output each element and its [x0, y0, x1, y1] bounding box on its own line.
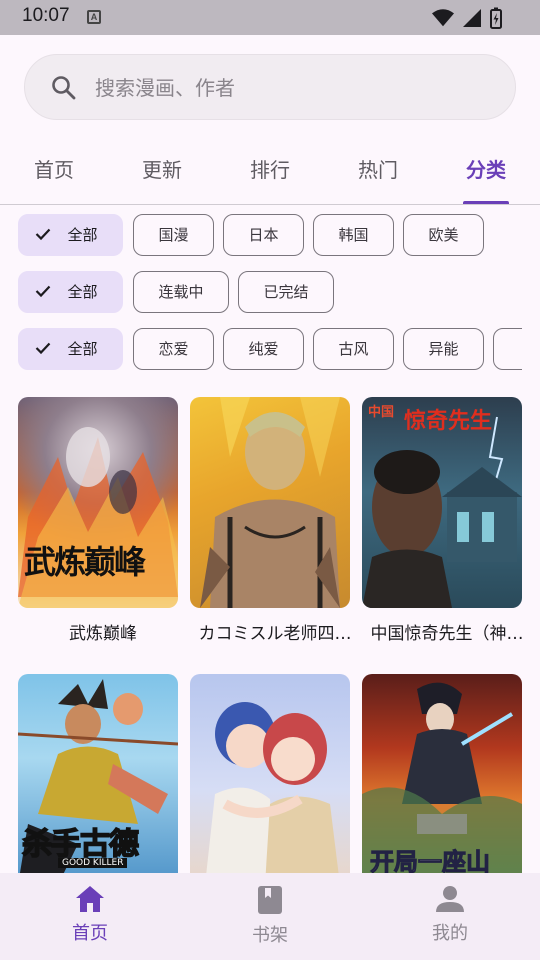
tab-ranking[interactable]: 排行	[230, 154, 310, 183]
home-icon	[76, 886, 104, 912]
chip-status-finished[interactable]: 已完结	[238, 271, 334, 313]
chip-genre-romance[interactable]: 恋爱	[133, 328, 214, 370]
status-bar: 10:07 A	[0, 0, 540, 35]
nav-label: 首页	[72, 923, 108, 944]
comic-card[interactable]	[190, 674, 350, 885]
bottom-nav: 首页 书架 我的	[0, 873, 540, 960]
cover-art	[205, 702, 340, 885]
chip-region-all[interactable]: 全部	[18, 214, 123, 256]
comic-card[interactable]: 杀手古德 GOOD KILLER	[18, 674, 178, 885]
cover-art	[200, 397, 340, 608]
chip-status-ongoing[interactable]: 连载中	[133, 271, 229, 313]
chip-label: 韩国	[338, 226, 369, 244]
notification-icon: A	[87, 10, 101, 24]
nav-label: 我的	[432, 923, 468, 944]
person-icon	[436, 886, 464, 912]
chip-genre-pure-love[interactable]: 纯爱	[223, 328, 304, 370]
chip-region-korea[interactable]: 韩国	[313, 214, 394, 256]
chip-region-japan[interactable]: 日本	[223, 214, 304, 256]
comic-cover[interactable]: 杀手古德 GOOD KILLER	[18, 674, 178, 885]
signal-icon	[463, 9, 481, 27]
comic-card[interactable]: 中国 惊奇先生 中国惊奇先生（神…	[362, 397, 524, 644]
comic-card[interactable]: 武炼巅峰 武炼巅峰	[18, 397, 178, 644]
comic-card[interactable]: 开局一座山	[362, 674, 522, 885]
chip-label: 全部	[67, 283, 98, 301]
chip-label: 欧美	[428, 226, 459, 244]
chip-label: 异能	[428, 340, 459, 358]
tab-categories[interactable]: 分类	[446, 154, 526, 183]
status-icons	[432, 7, 502, 29]
chip-genre-ancient[interactable]: 古风	[313, 328, 394, 370]
chip-region-west[interactable]: 欧美	[403, 214, 484, 256]
comic-card[interactable]: カコミスル老师四…	[190, 397, 352, 644]
chip-genre-more[interactable]	[493, 328, 522, 370]
chip-label: 日本	[248, 226, 279, 244]
tab-popular[interactable]: 热门	[338, 154, 418, 183]
cover-badge: 中国	[368, 405, 395, 420]
filter-row-status: 全部 连载中 已完结	[18, 271, 522, 313]
search-input[interactable]	[95, 74, 475, 102]
chip-label: 全部	[67, 226, 98, 244]
search-icon[interactable]	[51, 75, 77, 101]
wifi-icon	[432, 9, 454, 27]
chip-status-all[interactable]: 全部	[18, 271, 123, 313]
comic-title: 武炼巅峰	[69, 624, 137, 644]
nav-label: 书架	[252, 925, 288, 946]
check-icon	[35, 285, 51, 298]
comic-title: カコミスル老师四…	[198, 624, 352, 644]
check-icon	[35, 228, 51, 241]
cover-title: 武炼巅峰	[24, 543, 146, 581]
chip-label: 古风	[338, 340, 369, 358]
comic-cover[interactable]	[190, 397, 350, 608]
comic-cover[interactable]: 中国 惊奇先生	[362, 397, 522, 608]
cover-title: 开局一座山	[370, 847, 491, 877]
tabs-divider	[0, 204, 540, 205]
book-icon	[258, 886, 282, 914]
tab-updates[interactable]: 更新	[122, 154, 202, 183]
status-time: 10:07	[22, 5, 70, 26]
cover-title: 惊奇先生	[404, 408, 493, 434]
chip-region-china[interactable]: 国漫	[133, 214, 214, 256]
cover-title: 杀手古德	[21, 826, 140, 863]
cover-subtitle: GOOD KILLER	[58, 858, 128, 868]
chip-label: 全部	[67, 340, 98, 358]
chip-genre-superpower[interactable]: 异能	[403, 328, 484, 370]
check-icon	[35, 342, 51, 355]
nav-home[interactable]: 首页	[40, 885, 140, 945]
tab-home[interactable]: 首页	[14, 154, 94, 183]
search-bar[interactable]	[24, 54, 516, 120]
chip-label: 纯爱	[248, 340, 279, 358]
chip-label: 连载中	[158, 283, 204, 301]
comic-cover[interactable]: 武炼巅峰	[18, 397, 178, 608]
comic-cover[interactable]	[190, 674, 350, 885]
chip-label: 恋爱	[158, 340, 189, 358]
filter-row-genre: 全部 恋爱 纯爱 古风 异能	[18, 328, 522, 370]
comic-cover[interactable]: 开局一座山	[362, 674, 522, 885]
filter-row-region: 全部 国漫 日本 韩国 欧美	[18, 214, 522, 256]
nav-profile[interactable]: 我的	[400, 885, 500, 945]
nav-bookshelf[interactable]: 书架	[220, 885, 320, 947]
chip-label: 已完结	[263, 283, 309, 301]
tab-bar: 首页 更新 排行 热门 分类	[0, 140, 540, 204]
comic-title: 中国惊奇先生（神…	[370, 624, 524, 644]
battery-icon	[490, 7, 502, 29]
chip-label: 国漫	[158, 226, 189, 244]
chip-genre-all[interactable]: 全部	[18, 328, 123, 370]
